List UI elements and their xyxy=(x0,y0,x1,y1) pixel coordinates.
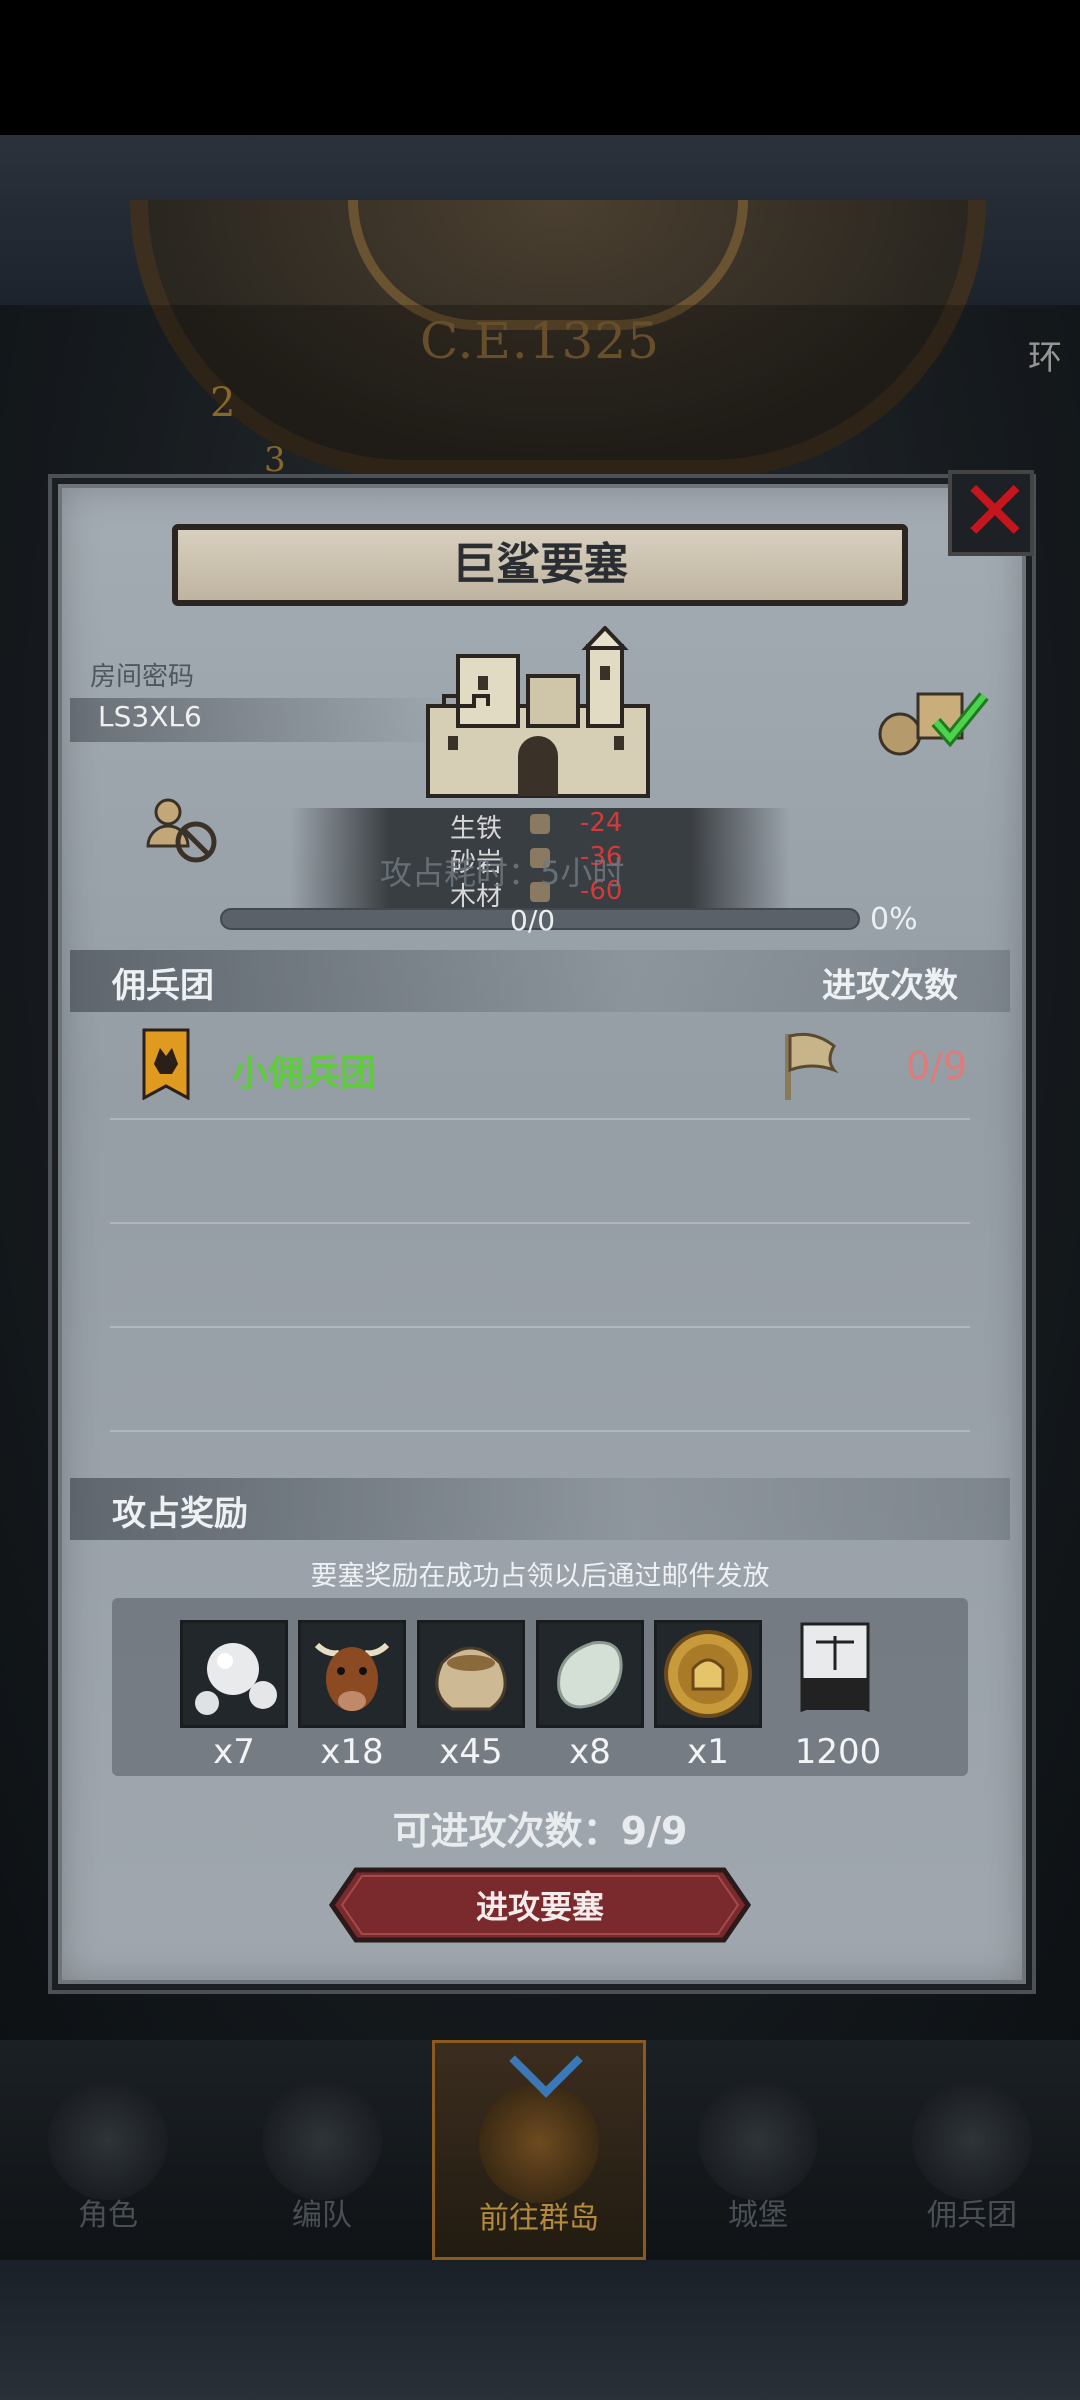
nav-item-islands[interactable]: 前往群岛 xyxy=(432,2024,646,2260)
reward-qty: x7 xyxy=(213,1732,255,1772)
cost-value: -24 xyxy=(580,808,623,838)
cost-row: 生铁 -24 xyxy=(290,808,790,844)
nav-label: 角色 xyxy=(78,2198,138,2233)
justice-banner-icon xyxy=(800,1622,870,1713)
reward-item[interactable] xyxy=(417,1620,525,1728)
flag-icon xyxy=(785,1032,839,1100)
mercenary-icon xyxy=(912,2080,1032,2200)
bottom-nav: 角色 编队 前往群岛 城堡 佣兵团 xyxy=(0,2024,1080,2260)
row-divider xyxy=(110,1326,970,1328)
reward-qty: x8 xyxy=(569,1732,611,1772)
nav-label: 前往群岛 xyxy=(479,2201,599,2236)
jade-stone-icon xyxy=(557,1641,623,1709)
reward-qty: 1200 xyxy=(794,1732,882,1772)
reward-section-title: 攻占奖励 xyxy=(112,1494,248,1534)
dialog-title-plate: 巨鲨要塞 xyxy=(172,524,908,606)
close-button[interactable]: ✕ xyxy=(948,468,1034,556)
knight-coin-icon xyxy=(664,1630,752,1718)
reward-item[interactable] xyxy=(298,1620,406,1728)
nav-item-castle[interactable]: 城堡 xyxy=(658,2040,858,2260)
nav-item-formation[interactable]: 编队 xyxy=(222,2040,422,2260)
nav-label: 编队 xyxy=(292,2198,352,2233)
nav-label: 城堡 xyxy=(728,2198,788,2233)
close-icon: ✕ xyxy=(959,462,1031,560)
pearl-icon xyxy=(195,1643,277,1715)
remaining-attacks: 可进攻次数：9/9 xyxy=(0,1800,1080,1855)
row-divider xyxy=(110,1430,970,1432)
room-password-value[interactable]: LS3XL6 xyxy=(98,700,202,733)
attack-button-label: 进攻要塞 xyxy=(475,1888,604,1926)
attack-duration: 攻占耗时：5小时 xyxy=(380,854,625,892)
reward-item[interactable] xyxy=(654,1620,762,1728)
wolf-banner-icon xyxy=(142,1028,190,1100)
mercenary-name[interactable]: 小佣兵团 xyxy=(232,1044,376,1096)
room-password-label: 房间密码 xyxy=(90,662,195,692)
attack-fortress-button[interactable]: 进攻要塞 xyxy=(328,1866,752,1944)
grain-sack-icon xyxy=(435,1646,507,1711)
cost-name: 生铁 xyxy=(450,814,503,844)
remaining-attacks-value: 9/9 xyxy=(620,1809,688,1853)
nav-item-character[interactable]: 角色 xyxy=(8,2040,208,2260)
bottom-strip xyxy=(0,2260,1080,2400)
knight-helmet-icon xyxy=(48,2080,168,2200)
armor-icon xyxy=(262,2080,382,2200)
row-divider xyxy=(110,1118,970,1120)
reward-item[interactable] xyxy=(784,1620,892,1728)
reward-item[interactable] xyxy=(180,1620,288,1728)
cattle-icon xyxy=(314,1642,390,1711)
remaining-attacks-label: 可进攻次数： xyxy=(392,1809,621,1853)
reward-qty: x18 xyxy=(320,1732,384,1772)
mercenary-section-title: 佣兵团 xyxy=(112,966,214,1006)
fortress-castle-icon xyxy=(426,626,650,798)
nav-label: 佣兵团 xyxy=(927,2198,1017,2233)
nav-item-mercenary[interactable]: 佣兵团 xyxy=(872,2040,1072,2260)
status-bar xyxy=(0,0,1080,135)
attack-count-header: 进攻次数 xyxy=(822,966,958,1006)
progress-percent: 0% xyxy=(870,902,918,937)
dialog-title: 巨鲨要塞 xyxy=(452,539,628,590)
globe-map-icon xyxy=(479,2083,599,2203)
progress-count: 0/0 xyxy=(510,904,556,937)
resource-pack-check-icon[interactable] xyxy=(876,680,996,760)
reward-qty: x45 xyxy=(439,1732,503,1772)
mercenary-attack-count: 0/9 xyxy=(906,1044,968,1088)
reward-qty: x1 xyxy=(687,1732,729,1772)
castle-icon xyxy=(698,2080,818,2200)
reward-item[interactable] xyxy=(536,1620,644,1728)
row-divider xyxy=(110,1222,970,1224)
user-ban-icon[interactable] xyxy=(144,796,220,866)
iron-icon xyxy=(530,814,550,834)
reward-note: 要塞奖励在成功占领以后通过邮件发放 xyxy=(310,1561,770,1592)
